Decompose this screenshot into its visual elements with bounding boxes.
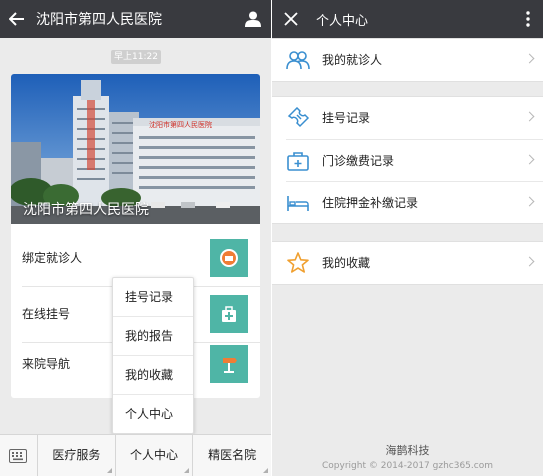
records-group: 挂号记录 门诊缴费记录 住院押金补缴记录: [272, 96, 543, 224]
menu-personal-center[interactable]: 个人中心: [116, 435, 194, 476]
bind-patient-label: 绑定就诊人: [22, 251, 83, 265]
online-registration-label: 在线挂号: [22, 307, 71, 321]
keyboard-icon: [9, 448, 28, 463]
footer-copyright: Copyright © 2014-2017 gzhc365.com: [322, 461, 493, 471]
personal-center-screen: 个人中心 我的就诊人 挂号记录 门诊缴费记录 住院押金补缴记录 我的收藏 海鹊科…: [272, 0, 543, 476]
more-vertical-icon: [526, 11, 530, 27]
chat-title: 沈阳市第四人民医院: [36, 12, 162, 28]
menu-famous-hospital[interactable]: 精医名院: [193, 435, 271, 476]
favorites-group: 我的收藏: [272, 241, 543, 285]
my-patients-label: 我的就诊人: [322, 53, 383, 67]
footer: 海鹊科技 Copyright © 2014-2017 gzhc365.com: [272, 442, 543, 471]
submenu-corner-icon: [106, 468, 112, 473]
keyboard-toggle-button[interactable]: [0, 435, 38, 476]
id-badge-icon: [210, 239, 248, 277]
hero-caption: 沈阳市第四人民医院: [23, 202, 149, 218]
person-icon: [245, 11, 261, 27]
close-icon: [284, 12, 298, 26]
signpost-icon: [210, 345, 248, 383]
inpatient-deposit-records-item[interactable]: 住院押金补缴记录: [286, 181, 543, 223]
my-favorites-label: 我的收藏: [322, 256, 371, 270]
people-icon: [286, 51, 310, 70]
medical-kit-icon: [287, 152, 309, 171]
submenu-corner-icon: [263, 468, 268, 473]
outpatient-payment-records-label: 门诊缴费记录: [322, 154, 395, 168]
registration-records-item[interactable]: 挂号记录: [272, 97, 543, 139]
menu-medical-services[interactable]: 医疗服务: [38, 435, 116, 476]
close-button[interactable]: [272, 0, 310, 38]
ticket-icon: [287, 107, 310, 128]
personal-center-title: 个人中心: [316, 13, 369, 29]
popup-item-my-favorites[interactable]: 我的收藏: [113, 356, 193, 395]
chevron-right-icon: [524, 111, 535, 122]
hospital-navigation-label: 来院导航: [22, 357, 71, 371]
chevron-right-icon: [524, 154, 535, 165]
building-sign: 沈阳市第四人民医院: [149, 120, 212, 129]
message-timestamp: 早上11:22: [111, 50, 161, 64]
medical-bag-icon: [210, 295, 248, 333]
menu-famous-hospital-label: 精医名院: [208, 448, 257, 462]
inpatient-deposit-records-label: 住院押金补缴记录: [322, 196, 419, 210]
footer-company-name: 海鹊科技: [385, 444, 430, 457]
profile-button[interactable]: [235, 0, 271, 38]
registration-records-label: 挂号记录: [322, 111, 371, 125]
star-icon: [287, 252, 309, 273]
menu-medical-services-label: 医疗服务: [52, 448, 101, 462]
hospital-hero-image[interactable]: 沈阳市第四人民医院 沈阳市第四人民医院: [11, 74, 260, 224]
chevron-right-icon: [524, 196, 535, 207]
bottom-menu-bar: 医疗服务 个人中心 精医名院: [0, 434, 271, 476]
outpatient-payment-records-item[interactable]: 门诊缴费记录: [286, 139, 543, 181]
chevron-right-icon: [524, 53, 535, 64]
hospital-bed-icon: [287, 196, 309, 211]
submenu-corner-icon: [184, 468, 190, 473]
menu-personal-center-label: 个人中心: [129, 448, 178, 462]
my-patients-item[interactable]: 我的就诊人: [272, 39, 543, 81]
popup-item-my-reports[interactable]: 我的报告: [113, 317, 193, 356]
chat-screen: 沈阳市第四人民医院 早上11:22 沈阳市第四人民医院 沈阳市第四人民医院 绑定…: [0, 0, 271, 476]
popup-menu: 挂号记录 我的报告 我的收藏 个人中心: [112, 277, 194, 434]
patients-group: 我的就诊人: [272, 38, 543, 82]
more-options-button[interactable]: [513, 0, 543, 38]
back-arrow-icon: [9, 12, 24, 26]
popup-item-personal-center[interactable]: 个人中心: [113, 395, 193, 434]
chevron-right-icon: [524, 256, 535, 267]
back-button[interactable]: [0, 0, 34, 38]
popup-item-registration-records[interactable]: 挂号记录: [113, 278, 193, 317]
chat-header: 沈阳市第四人民医院: [0, 0, 271, 38]
my-favorites-item[interactable]: 我的收藏: [272, 242, 543, 284]
personal-center-header: 个人中心: [272, 0, 543, 38]
